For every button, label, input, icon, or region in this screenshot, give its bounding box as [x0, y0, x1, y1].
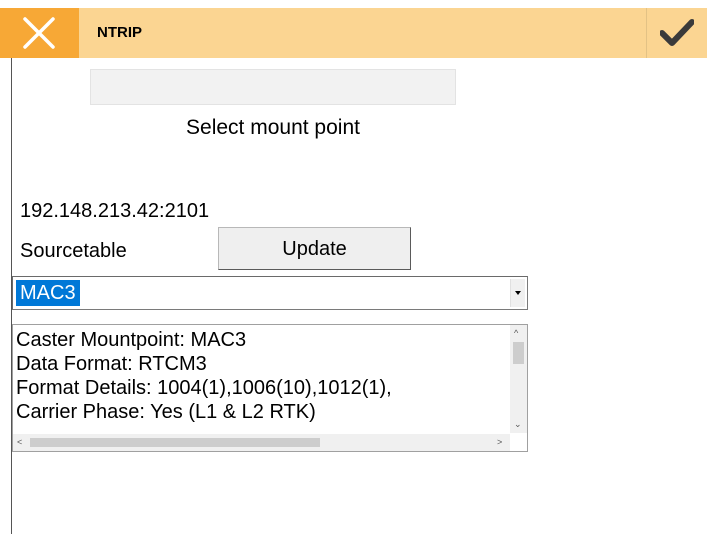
close-button[interactable]	[0, 8, 79, 58]
details-text: Caster Mountpoint: MAC3 Data Format: RTC…	[16, 328, 506, 424]
dropdown-arrow-button[interactable]	[510, 279, 525, 307]
scroll-up-icon[interactable]: ^	[514, 328, 518, 338]
detail-line-format-details: Format Details: 1004(1),1006(10),1012(1)…	[16, 377, 392, 399]
title-bar: NTRIP	[0, 8, 707, 58]
select-mount-point-label: Select mount point	[186, 116, 360, 139]
horizontal-scrollbar[interactable]: < >	[13, 434, 510, 451]
horizontal-scroll-thumb[interactable]	[30, 438, 320, 447]
confirm-button[interactable]	[646, 8, 707, 58]
detail-line-data-format: Data Format: RTCM3	[16, 353, 207, 375]
checkmark-icon	[660, 19, 694, 46]
scroll-right-icon[interactable]: >	[497, 437, 502, 447]
mountpoint-dropdown[interactable]: MAC3	[12, 276, 528, 310]
close-icon	[23, 17, 55, 49]
page-title: NTRIP	[97, 24, 142, 41]
vertical-scroll-thumb[interactable]	[513, 342, 524, 364]
vertical-scrollbar[interactable]: ^ ⌄	[510, 325, 527, 433]
scroll-down-icon[interactable]: ⌄	[514, 419, 522, 429]
detail-line-carrier-phase: Carrier Phase: Yes (L1 & L2 RTK)	[16, 401, 316, 423]
detail-line-caster-mountpoint: Caster Mountpoint: MAC3	[16, 329, 247, 351]
mountpoint-details-box[interactable]: Caster Mountpoint: MAC3 Data Format: RTC…	[12, 324, 528, 452]
sourcetable-label: Sourcetable	[20, 240, 127, 262]
mountpoint-selected-value: MAC3	[16, 280, 80, 306]
chevron-down-icon	[515, 291, 521, 295]
mountpoint-filter-field[interactable]	[90, 69, 456, 105]
update-button[interactable]: Update	[218, 227, 411, 270]
caster-address: 192.148.213.42:2101	[20, 200, 210, 222]
scroll-left-icon[interactable]: <	[17, 437, 22, 447]
